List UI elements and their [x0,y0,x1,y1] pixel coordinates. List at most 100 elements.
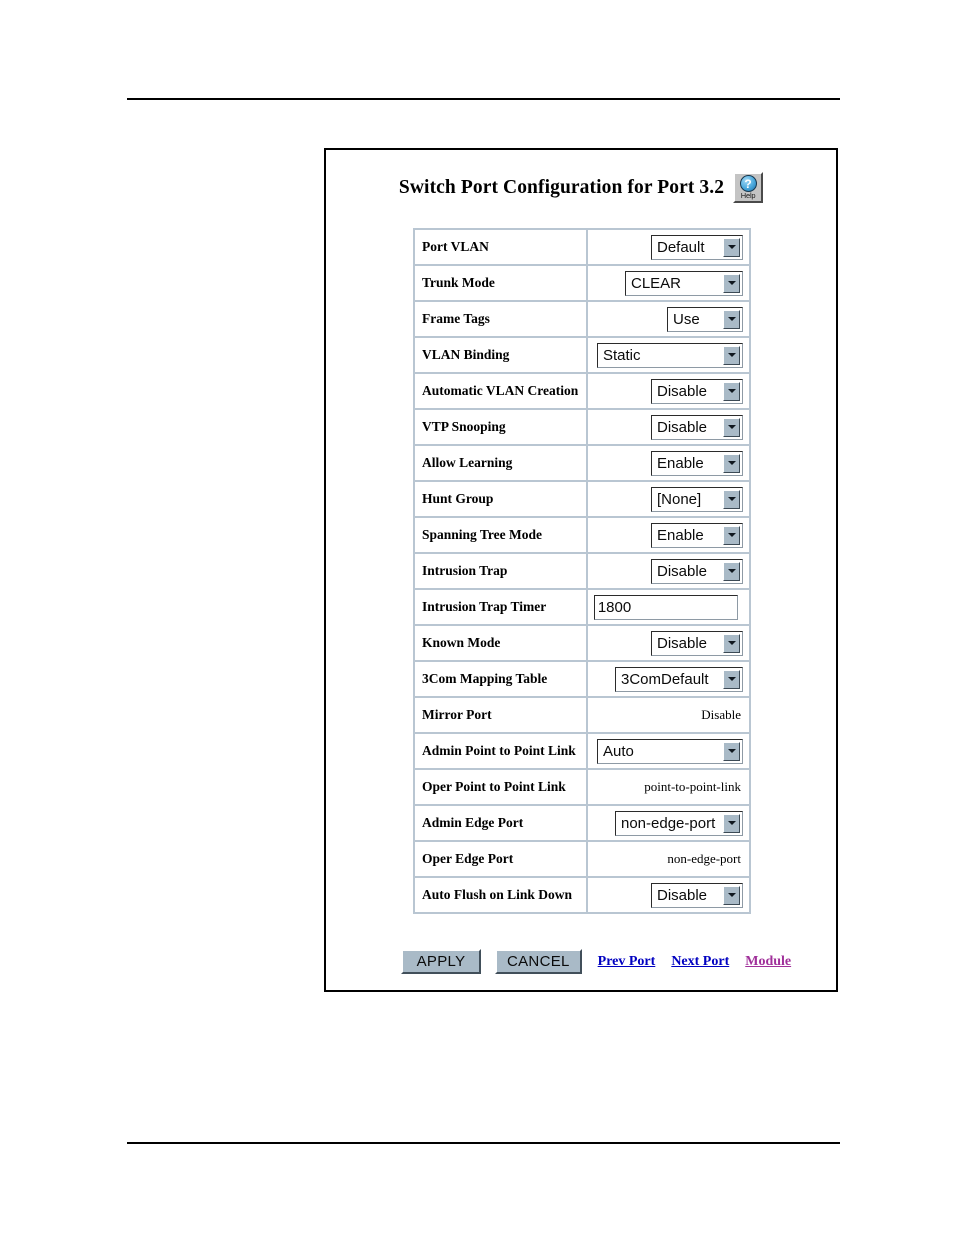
setting-label: Oper Edge Port [414,841,587,877]
table-row: Automatic VLAN Creation Disable [414,373,750,409]
setting-select[interactable]: Enable [651,522,743,548]
table-row: Port VLAN Default [414,229,750,265]
table-row: Admin Edge Port non-edge-port [414,805,750,841]
chevron-down-icon[interactable] [723,813,740,833]
question-mark-help-icon: ? [739,175,757,192]
chevron-down-icon[interactable] [723,525,740,545]
apply-button[interactable]: APPLY [401,949,481,974]
select-value: Disable [657,886,708,904]
setting-select[interactable]: Disable [651,558,743,584]
setting-select[interactable]: [None] [651,486,743,512]
table-row: Auto Flush on Link Down Disable [414,877,750,913]
setting-select[interactable]: Auto [597,738,743,764]
setting-label: Auto Flush on Link Down [414,877,587,913]
next-port-link[interactable]: Next Port [671,954,729,970]
chevron-down-icon[interactable] [723,417,740,437]
setting-label: Frame Tags [414,301,587,337]
setting-readonly-value: Disable [701,707,741,722]
select-value: Disable [657,562,708,580]
setting-label: Hunt Group [414,481,587,517]
setting-label: Admin Edge Port [414,805,587,841]
figure-title-row: Switch Port Configuration for Port 3.2 ?… [326,172,836,203]
setting-value-cell: Disable [586,409,750,445]
setting-label: Port VLAN [414,229,587,265]
chevron-down-icon[interactable] [723,309,740,329]
setting-select[interactable]: Static [597,342,743,368]
setting-select[interactable]: Disable [651,630,743,656]
port-configuration-table: Port VLAN Default Trunk Mode CLEAR Frame Tag… [413,228,751,914]
setting-label: Oper Point to Point Link [414,769,587,805]
table-row: Mirror Port Disable [414,697,750,733]
select-value: CLEAR [631,274,682,292]
setting-select[interactable]: CLEAR [625,270,743,296]
chevron-down-icon[interactable] [723,885,740,905]
setting-value-cell: Disable [586,553,750,589]
setting-label: Mirror Port [414,697,587,733]
select-value: Use [673,310,700,328]
setting-select[interactable]: 3ComDefault [615,666,743,692]
setting-select[interactable]: Disable [651,882,743,908]
setting-select[interactable]: Use [667,306,743,332]
setting-label: VTP Snooping [414,409,587,445]
chevron-down-icon[interactable] [723,741,740,761]
setting-select[interactable]: Disable [651,378,743,404]
select-value: Disable [657,634,708,652]
chevron-down-icon[interactable] [723,453,740,473]
setting-label: Intrusion Trap Timer [414,589,587,625]
setting-select[interactable]: Disable [651,414,743,440]
action-row: APPLY CANCEL Prev Port Next Port Module [401,949,791,974]
table-row: Intrusion Trap Disable [414,553,750,589]
help-button[interactable]: ? Help [733,172,764,203]
chevron-down-icon[interactable] [723,489,740,509]
setting-value-cell: Use [586,301,750,337]
chevron-down-icon[interactable] [723,237,740,257]
chevron-down-icon[interactable] [723,633,740,653]
cancel-button[interactable]: CANCEL [495,949,582,974]
setting-select[interactable]: Enable [651,450,743,476]
setting-value-cell: Disable [586,373,750,409]
table-row: VLAN Binding Static [414,337,750,373]
chevron-down-icon[interactable] [723,669,740,689]
port-configuration-rows: Port VLAN Default Trunk Mode CLEAR Frame Tag… [414,229,750,913]
page-footer-rule [127,1142,840,1144]
chevron-down-icon[interactable] [723,273,740,293]
setting-value-cell: Static [586,337,750,373]
table-row: Hunt Group [None] [414,481,750,517]
setting-value-cell: CLEAR [586,265,750,301]
setting-value-cell: [None] [586,481,750,517]
setting-select[interactable]: Default [651,234,743,260]
setting-label: 3Com Mapping Table [414,661,587,697]
prev-port-link[interactable]: Prev Port [598,954,656,970]
setting-value-cell: Disable [586,697,750,733]
table-row: Admin Point to Point Link Auto [414,733,750,769]
table-row: Known Mode Disable [414,625,750,661]
setting-value-cell: Default [586,229,750,265]
table-row: Intrusion Trap Timer [414,589,750,625]
setting-label: Trunk Mode [414,265,587,301]
select-value: Disable [657,418,708,436]
setting-value-cell: Enable [586,517,750,553]
help-button-label: Help [740,191,756,200]
intrusion-trap-timer-input[interactable] [593,594,738,620]
setting-readonly-value: non-edge-port [667,851,741,866]
setting-value-cell: Enable [586,445,750,481]
module-link[interactable]: Module [745,954,791,970]
select-value: Auto [603,742,634,760]
setting-label: Admin Point to Point Link [414,733,587,769]
table-row: 3Com Mapping Table 3ComDefault [414,661,750,697]
setting-select[interactable]: non-edge-port [615,810,743,836]
select-value: Static [603,346,641,364]
chevron-down-icon[interactable] [723,561,740,581]
table-row: Trunk Mode CLEAR [414,265,750,301]
select-value: non-edge-port [621,814,716,832]
select-value: 3ComDefault [621,670,709,688]
setting-value-cell [586,589,750,625]
table-row: Allow Learning Enable [414,445,750,481]
chevron-down-icon[interactable] [723,345,740,365]
select-value: [None] [657,490,702,508]
setting-value-cell: non-edge-port [586,841,750,877]
select-value: Disable [657,382,708,400]
setting-value-cell: Disable [586,877,750,913]
select-value: Enable [657,454,704,472]
chevron-down-icon[interactable] [723,381,740,401]
